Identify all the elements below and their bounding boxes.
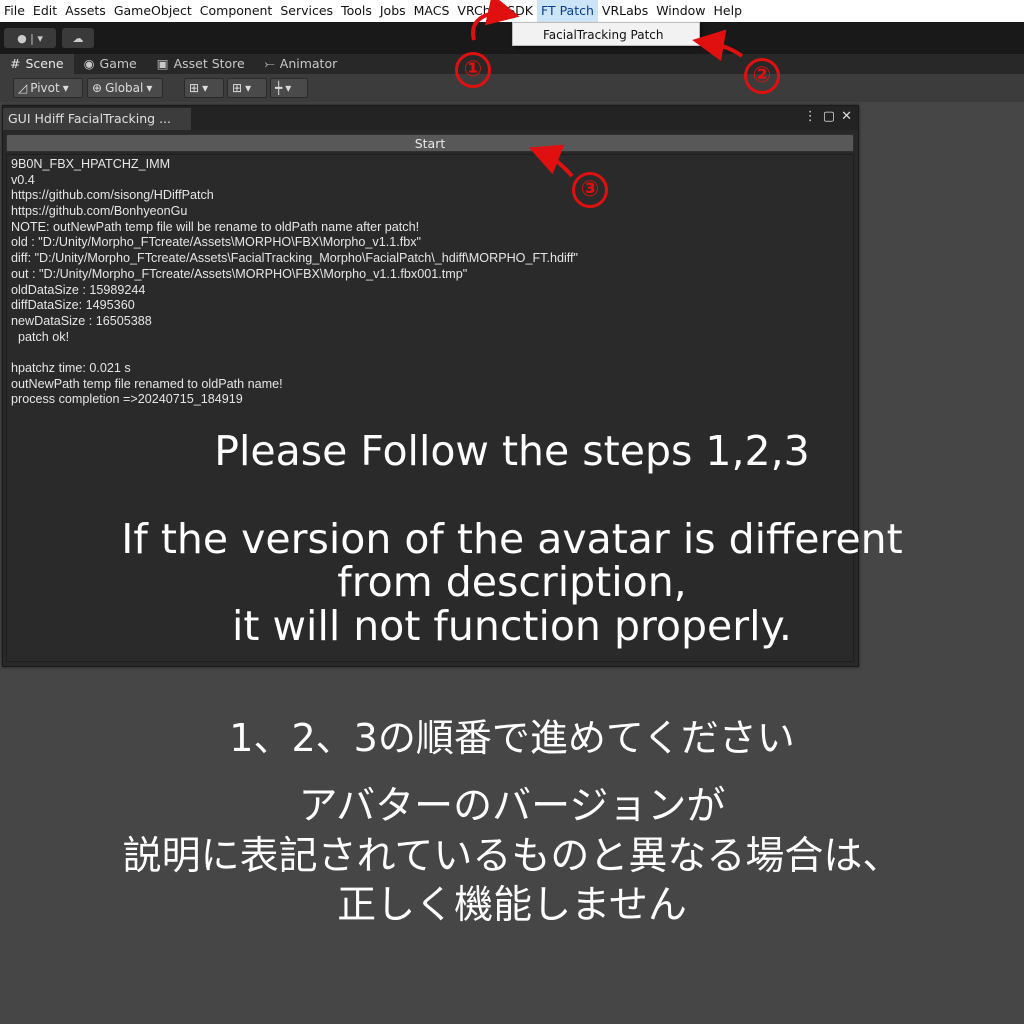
log-line: diffDataSize: 1495360 <box>11 298 135 313</box>
increment-snap-button[interactable]: ⊞ ▾ <box>227 78 267 98</box>
cloud-icon: ☁ <box>72 31 84 45</box>
log-line: https://github.com/sisong/HDiffPatch <box>11 188 214 203</box>
menu-item-help[interactable]: Help <box>710 0 747 22</box>
grid-snap-button[interactable]: ⊞ ▾ <box>184 78 224 98</box>
kebab-menu-icon[interactable]: ⋮ <box>804 109 817 124</box>
chevron-down-icon: ▾ <box>62 81 69 95</box>
global-icon: ⊕ <box>92 81 103 95</box>
log-line: v0.4 <box>11 172 35 187</box>
menu-item-edit[interactable]: Edit <box>29 0 61 22</box>
log-line: NOTE: outNewPath temp file will be renam… <box>11 219 420 234</box>
log-line: process completion =>20240715_184919 <box>11 392 243 407</box>
chevron-down-icon: ▾ <box>285 81 292 95</box>
instruction-jp-steps: 1、2、3の順番で進めてください <box>229 716 795 760</box>
ruler-button[interactable]: ┿ ▾ <box>270 78 308 98</box>
dropdown-item-facialtracking-patch[interactable]: FacialTracking Patch <box>543 28 664 42</box>
chevron-down-icon: ▾ <box>245 81 252 95</box>
increment-snap-icon: ⊞ <box>232 81 243 95</box>
ft-patch-dropdown: FacialTracking Patch <box>512 22 700 46</box>
tab-game[interactable]: ◉ Game <box>74 54 147 74</box>
pivot-dropdown[interactable]: ◿ Pivot ▾ <box>13 78 83 98</box>
menu-item-macs[interactable]: MACS <box>410 0 454 22</box>
menu-item-component[interactable]: Component <box>196 0 277 22</box>
log-line: outNewPath temp file renamed to oldPath … <box>11 376 283 391</box>
menu-item-assets[interactable]: Assets <box>61 0 110 22</box>
menu-item-ft-patch[interactable]: FT Patch <box>536 0 598 22</box>
scene-icon: # <box>10 56 21 71</box>
chevron-down-icon: ▾ <box>202 81 209 95</box>
step-badge-2: ② <box>744 58 780 94</box>
tab-scene[interactable]: # Scene <box>0 54 74 74</box>
chevron-down-icon: ▾ <box>146 81 153 95</box>
menu-item-jobs[interactable]: Jobs <box>376 0 410 22</box>
menu-bar: File Edit Assets GameObject Component Service… <box>0 0 1024 22</box>
window-controls: ⋮ ▢ ✕ <box>804 109 852 124</box>
window-tab-bar: GUI Hdiff FacialTracking ... ⋮ ▢ ✕ <box>3 106 858 130</box>
log-line: 9B0N_FBX_HPATCHZ_IMM <box>11 157 171 171</box>
log-line: diff: "D:/Unity/Morpho_FTcreate/Assets\F… <box>11 251 579 266</box>
start-button[interactable]: Start <box>6 134 854 152</box>
tab-asset-store[interactable]: ▣ Asset Store <box>147 54 255 74</box>
grid-snap-icon: ⊞ <box>189 81 200 95</box>
maximize-icon[interactable]: ▢ <box>823 109 835 124</box>
step-badge-3: ③ <box>572 172 608 208</box>
instruction-en-steps: Please Follow the steps 1,2,3 <box>214 427 810 475</box>
asset-store-icon: ▣ <box>156 56 169 71</box>
log-line: oldDataSize : 15989244 <box>11 282 146 297</box>
log-line: hpatchz time: 0.021 s <box>11 360 131 375</box>
global-dropdown[interactable]: ⊕ Global ▾ <box>87 78 163 98</box>
log-line: patch ok! <box>11 329 70 344</box>
window-tab[interactable]: GUI Hdiff FacialTracking ... <box>3 108 191 130</box>
game-icon: ◉ <box>83 56 95 71</box>
log-line: newDataSize : 16505388 <box>11 313 152 328</box>
editor-tab-row: # Scene ◉ Game ▣ Asset Store ⤚ Animator <box>0 54 1024 74</box>
log-line: old : "D:/Unity/Morpho_FTcreate/Assets\M… <box>11 235 421 250</box>
menu-item-vrchat-sdk[interactable]: VRChat SDK <box>453 0 537 22</box>
ruler-icon: ┿ <box>275 81 283 95</box>
instruction-jp-warning: アバターのバージョンが 説明に表記されているものと異なる場合は、 正しく機能しま… <box>122 784 902 929</box>
log-line: https://github.com/BonhyeonGu <box>11 204 188 219</box>
scene-toolbar: ◿ Pivot ▾ ⊕ Global ▾ ⊞ ▾ ⊞ ▾ ┿ ▾ <box>0 74 1024 102</box>
pivot-icon: ◿ <box>18 81 28 95</box>
menu-item-window[interactable]: Window <box>652 0 709 22</box>
animator-icon: ⤚ <box>264 56 275 71</box>
tab-animator[interactable]: ⤚ Animator <box>255 54 348 74</box>
menu-item-file[interactable]: File <box>0 0 29 22</box>
cloud-button[interactable]: ☁ <box>62 28 94 48</box>
menu-item-tools[interactable]: Tools <box>337 0 376 22</box>
account-button[interactable]: ● | ▾ <box>4 28 56 48</box>
menu-item-vrlabs[interactable]: VRLabs <box>598 0 652 22</box>
menu-item-gameobject[interactable]: GameObject <box>110 0 196 22</box>
close-icon[interactable]: ✕ <box>841 109 852 124</box>
instruction-en-warning: If the version of the avatar is differen… <box>121 515 903 650</box>
account-icon: ● | ▾ <box>17 31 43 45</box>
menu-item-services[interactable]: Services <box>276 0 337 22</box>
log-line: out : "D:/Unity/Morpho_FTcreate/Assets\M… <box>11 266 468 281</box>
step-badge-1: ① <box>455 52 491 88</box>
